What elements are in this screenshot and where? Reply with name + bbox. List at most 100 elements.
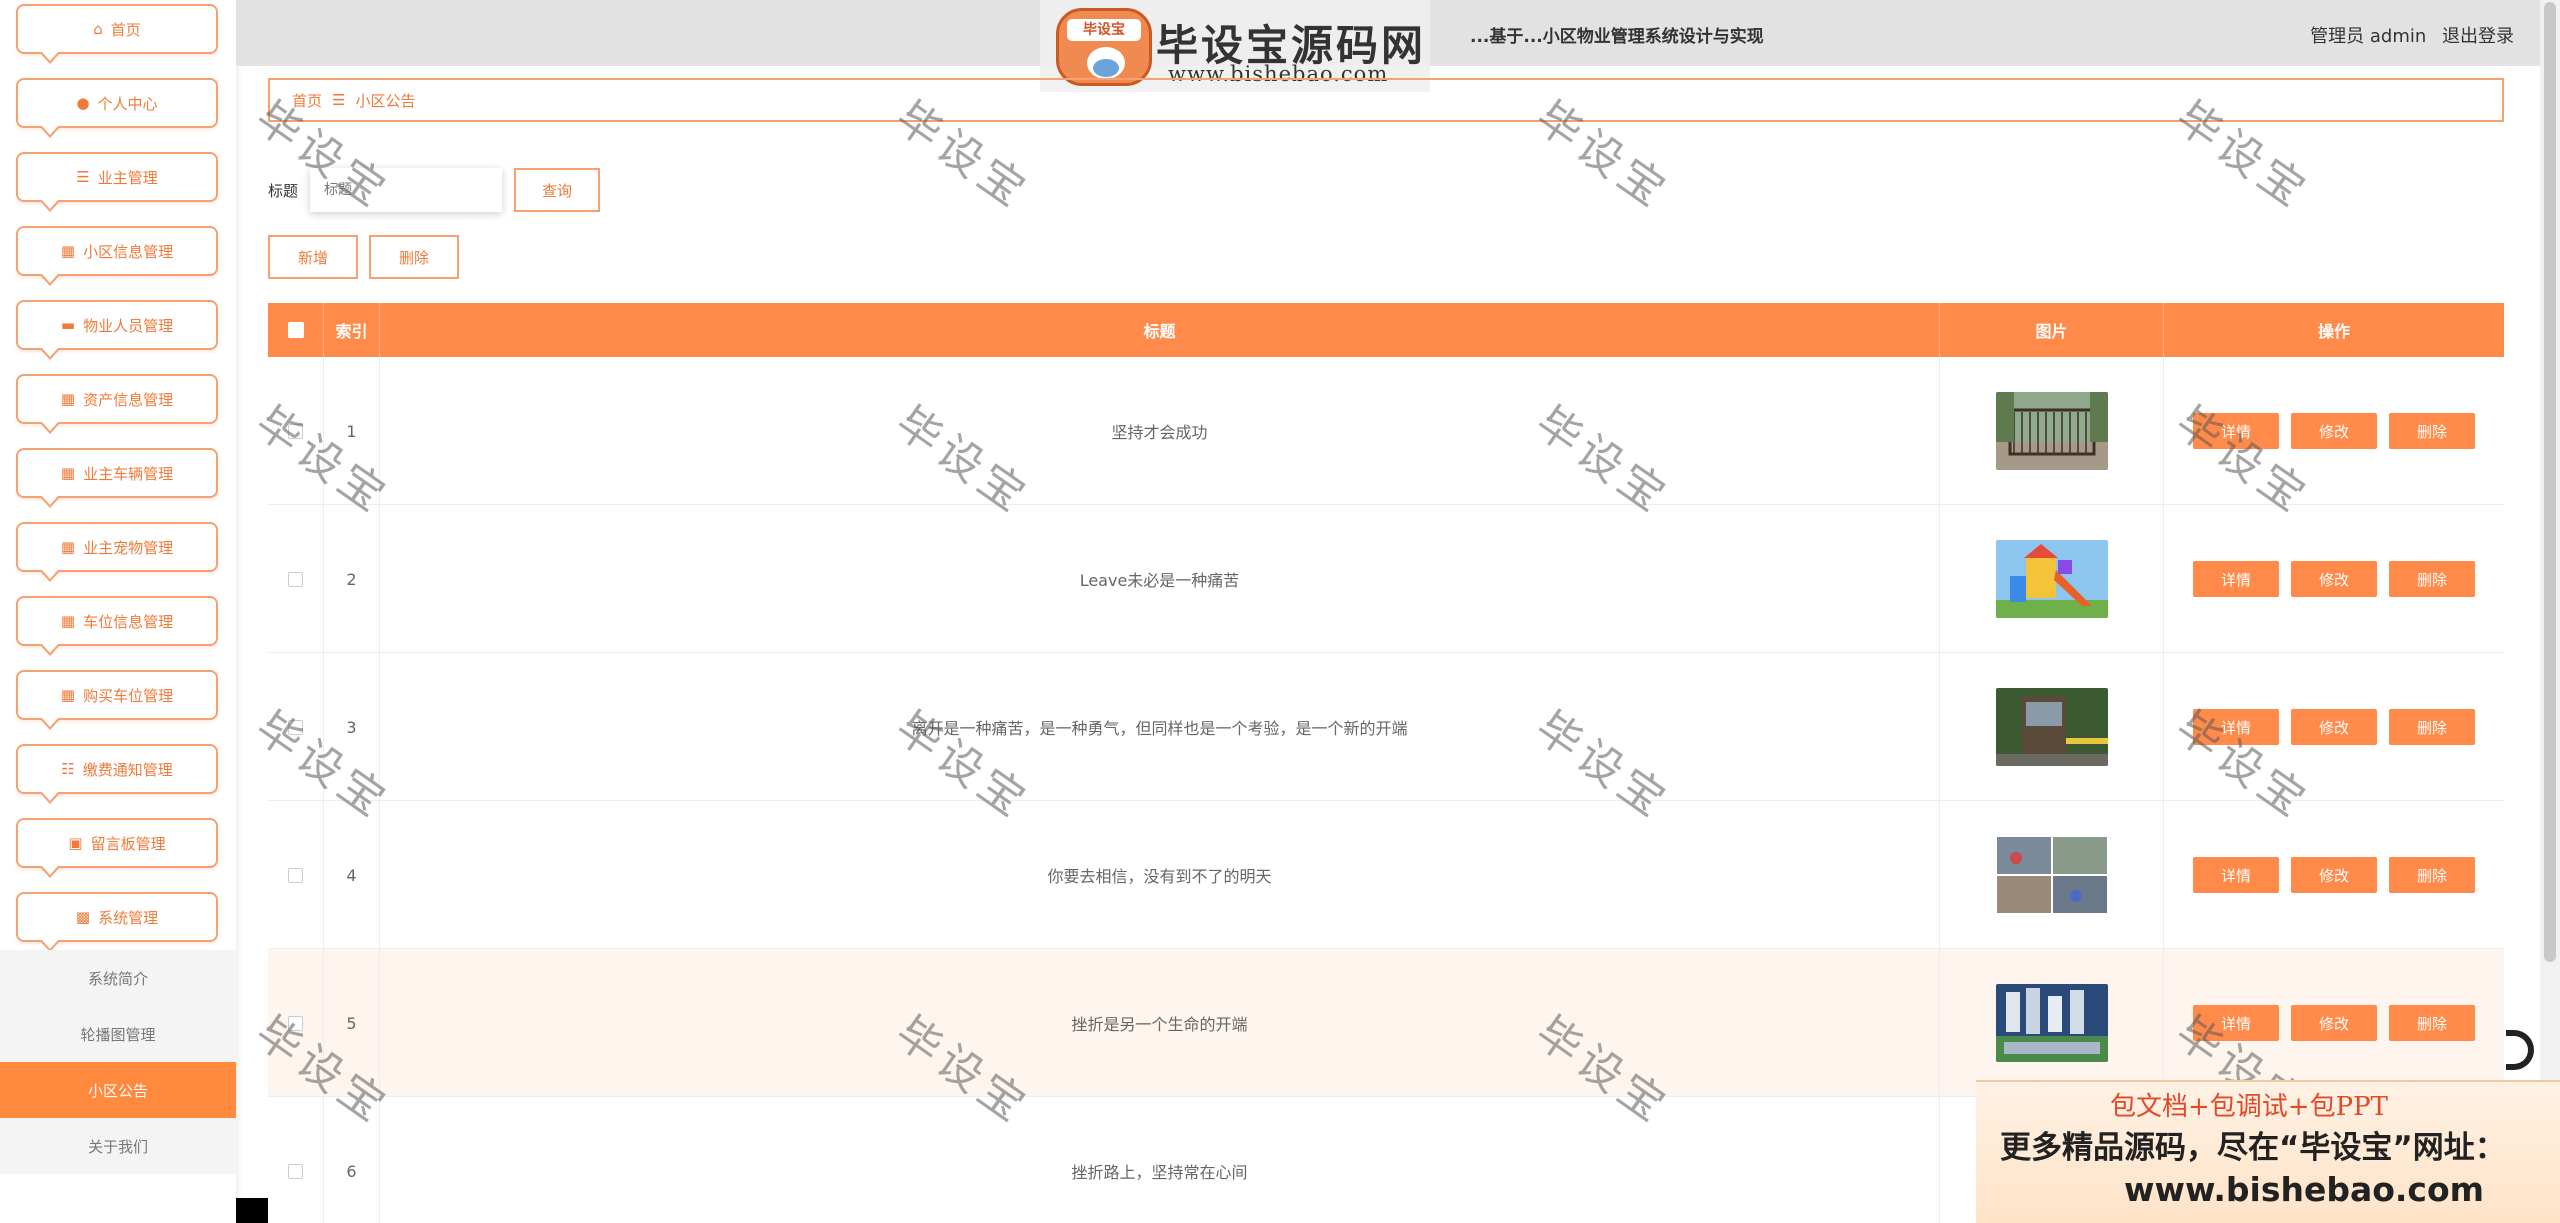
sidebar-item-label: 资产信息管理	[83, 390, 174, 409]
sidebar-item-8[interactable]: ▦ 车位信息管理	[16, 596, 218, 656]
row-delete-button[interactable]: 删除	[2389, 561, 2475, 597]
ad-side-icon	[2506, 1030, 2534, 1070]
thumbnail-aerial	[1995, 984, 2108, 1062]
ad-line-1: 包文档+包调试+包PPT	[2110, 1092, 2388, 1122]
table-header: 索引 标题 图片 操作	[268, 303, 2504, 357]
row-checkbox[interactable]	[288, 867, 303, 883]
row-select-cell[interactable]	[268, 801, 324, 949]
grid-icon: ▦	[60, 538, 76, 556]
sidebar-item-4[interactable]: ▬ 物业人员管理	[16, 300, 218, 360]
logout-link[interactable]: 退出登录	[2442, 26, 2514, 47]
sidebar-item-label: 业主管理	[97, 168, 158, 187]
header-select-all[interactable]	[268, 303, 324, 357]
sidebar-item-7[interactable]: ▦ 业主宠物管理	[16, 522, 218, 582]
header-ops: 操作	[2317, 322, 2350, 341]
row-delete-button[interactable]: 删除	[2389, 1005, 2475, 1041]
sidebar-item-label: 业主车辆管理	[83, 464, 174, 483]
black-block	[236, 1198, 268, 1223]
sidebar-item-5[interactable]: ▦ 资产信息管理	[16, 374, 218, 434]
logo-tag: 毕设宝	[1067, 19, 1141, 41]
row-checkbox[interactable]	[288, 1163, 303, 1179]
sidebar-item-12[interactable]: ▩ 系统管理	[16, 892, 218, 952]
row-title: 挫折路上，坚持常在心间	[380, 1097, 1940, 1223]
row-ops-cell: 详情 修改 删除	[2164, 357, 2504, 505]
query-button[interactable]: 查询	[514, 168, 600, 212]
row-title: 你要去相信，没有到不了的明天	[380, 801, 1940, 949]
row-image-cell	[1940, 801, 2164, 949]
row-edit-button[interactable]: 修改	[2291, 561, 2377, 597]
row-index: 1	[324, 357, 380, 505]
home-icon: ⌂	[93, 20, 103, 38]
row-edit-button[interactable]: 修改	[2291, 1005, 2377, 1041]
row-edit-button[interactable]: 修改	[2291, 413, 2377, 449]
row-checkbox[interactable]	[288, 423, 303, 439]
header-image: 图片	[1940, 303, 2164, 357]
sidebar-item-1[interactable]: ● 个人中心	[16, 78, 218, 138]
sidebar-item-10[interactable]: ☷ 缴费通知管理	[16, 744, 218, 804]
sidebar-item-label: 车位信息管理	[83, 612, 174, 631]
row-detail-button[interactable]: 详情	[2193, 561, 2279, 597]
title-search-input[interactable]	[310, 168, 502, 212]
ad-line-2: 更多精品源码，尽在“毕设宝”网址：	[2000, 1130, 2506, 1166]
thumbnail-collage	[1995, 836, 2108, 914]
sidebar-item-11[interactable]: ▣ 留言板管理	[16, 818, 218, 878]
batch-delete-button[interactable]: 删除	[369, 235, 459, 279]
sliders-icon: ☷	[61, 760, 75, 778]
printer-icon: ▬	[60, 316, 76, 334]
row-checkbox[interactable]	[288, 571, 303, 587]
row-select-cell[interactable]	[268, 949, 324, 1097]
row-image-cell	[1940, 505, 2164, 653]
submenu-item-about[interactable]: 关于我们	[0, 1118, 236, 1174]
row-detail-button[interactable]: 详情	[2193, 413, 2279, 449]
table-row: 3 离开是一种痛苦，是一种勇气，但同样也是一个考验，是一个新的开端 详情 修改 删除	[268, 653, 2504, 801]
grid-icon: ▦	[60, 242, 76, 260]
grid-icon: ▦	[60, 612, 76, 630]
search-label: 标题	[268, 182, 299, 200]
scrollbar-thumb[interactable]	[2544, 2, 2556, 962]
sidebar: ⌂ 首页 ● 个人中心 ☰ 业主管理 ▦ 小区信息管理 ▬ 物业人员管理 ▦ 资产信息管理 ▦ 业主车辆管…	[0, 0, 236, 1223]
row-select-cell[interactable]	[268, 357, 324, 505]
user-info: 管理员 admin 退出登录	[2300, 22, 2514, 48]
row-checkbox[interactable]	[288, 1015, 303, 1031]
thumbnail-playground	[1995, 540, 2108, 618]
breadcrumb-current: 小区公告	[355, 91, 416, 110]
row-detail-button[interactable]: 详情	[2193, 1005, 2279, 1041]
submenu-item-intro[interactable]: 系统简介	[0, 950, 236, 1006]
row-delete-button[interactable]: 删除	[2389, 857, 2475, 893]
row-select-cell[interactable]	[268, 1097, 324, 1223]
sidebar-item-label: 缴费通知管理	[82, 760, 173, 779]
page-scrollbar[interactable]	[2540, 0, 2560, 1223]
table-row: 1 坚持才会成功 详情 修改 删除	[268, 357, 2504, 505]
select-all-checkbox[interactable]	[287, 322, 304, 338]
row-edit-button[interactable]: 修改	[2291, 709, 2377, 745]
sidebar-item-9[interactable]: ▦ 购买车位管理	[16, 670, 218, 730]
row-delete-button[interactable]: 删除	[2389, 413, 2475, 449]
row-checkbox[interactable]	[288, 719, 303, 735]
row-detail-button[interactable]: 详情	[2193, 709, 2279, 745]
row-delete-button[interactable]: 删除	[2389, 709, 2475, 745]
submenu-item-notice[interactable]: 小区公告	[0, 1062, 236, 1118]
row-image-cell	[1940, 357, 2164, 505]
row-detail-button[interactable]: 详情	[2193, 857, 2279, 893]
add-button[interactable]: 新增	[268, 235, 358, 279]
breadcrumb-home[interactable]: 首页	[292, 90, 322, 111]
submenu-item-carousel[interactable]: 轮播图管理	[0, 1006, 236, 1062]
breadcrumb-separator-icon: ☰	[332, 91, 346, 109]
ad-banner[interactable]: 包文档+包调试+包PPT 更多精品源码，尽在“毕设宝”网址： www.bishe…	[1976, 1080, 2560, 1223]
row-title: 坚持才会成功	[380, 357, 1940, 505]
sidebar-item-3[interactable]: ▦ 小区信息管理	[16, 226, 218, 286]
sidebar-item-2[interactable]: ☰ 业主管理	[16, 152, 218, 212]
row-select-cell[interactable]	[268, 653, 324, 801]
sidebar-item-6[interactable]: ▦ 业主车辆管理	[16, 448, 218, 508]
system-submenu: 系统简介 轮播图管理 小区公告 关于我们	[0, 950, 236, 1174]
row-select-cell[interactable]	[268, 505, 324, 653]
table-row: 5 挫折是另一个生命的开端 详情 修改 删除	[268, 949, 2504, 1097]
row-index: 5	[324, 949, 380, 1097]
ad-line-3: www.bishebao.com	[2124, 1170, 2485, 1209]
sidebar-item-0[interactable]: ⌂ 首页	[16, 4, 218, 64]
user-label: 管理员 admin	[2310, 26, 2427, 47]
briefcase-icon: ▣	[68, 834, 83, 852]
row-ops-cell: 详情 修改 删除	[2164, 801, 2504, 949]
row-title: Leave未必是一种痛苦	[380, 505, 1940, 653]
row-edit-button[interactable]: 修改	[2291, 857, 2377, 893]
